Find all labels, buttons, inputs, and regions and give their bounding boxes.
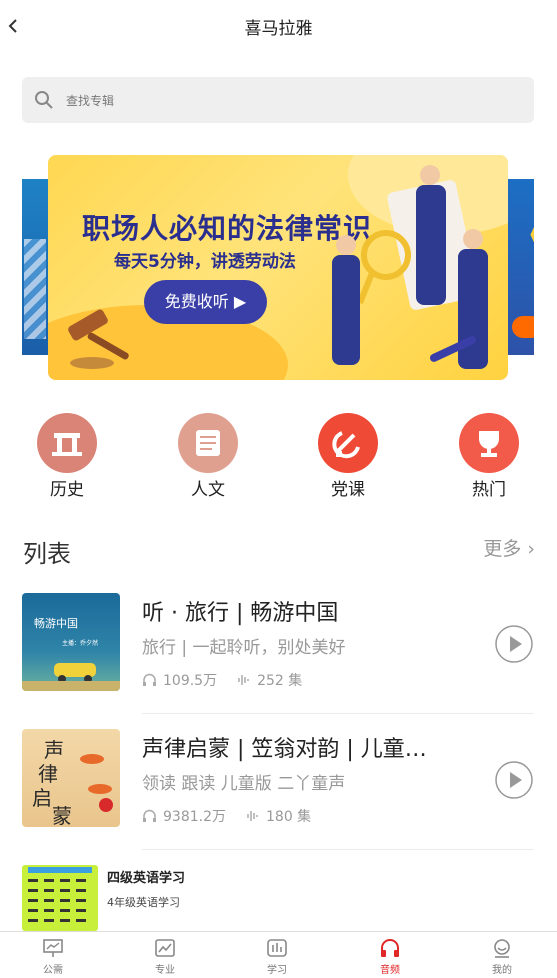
episode-count: 180 集 [266, 809, 312, 825]
item-subtitle: 4年级英语学习 [107, 896, 180, 909]
tab-public[interactable]: 公需 [23, 938, 83, 976]
item-title: 声律启蒙 | 笠翁对韵 | 儿童… [142, 737, 427, 762]
svg-text:蒙: 蒙 [52, 804, 72, 827]
search-icon [35, 91, 53, 109]
search-bar[interactable]: 查找专辑 [22, 77, 534, 123]
banner-subline: 每天5分钟，讲透劳动法 [114, 252, 296, 272]
divider [142, 849, 534, 850]
cover-title: 畅游中国 [34, 616, 78, 630]
tab-label: 公需 [43, 965, 63, 976]
bottom-tab-bar: 公需 专业 学习 音频 我的 [0, 931, 557, 978]
list-item[interactable]: 声 律 启 蒙 声律启蒙 | 笠翁对韵 | 儿童… 领读 跟读 儿童版 二丫童声… [22, 729, 534, 839]
tab-label: 我的 [492, 965, 512, 976]
category-history[interactable]: 历史 [32, 413, 102, 500]
svg-text:声: 声 [44, 738, 64, 762]
play-button-icon[interactable] [494, 624, 534, 664]
divider [142, 713, 534, 714]
top-bar: 喜马拉雅 [0, 0, 557, 52]
trophy-icon [459, 413, 519, 473]
tab-mine[interactable]: 我的 [472, 938, 532, 976]
presentation-icon [43, 939, 63, 957]
category-label: 历史 [50, 480, 84, 500]
item-subtitle: 旅行 | 一起聆听，别处美好 [142, 638, 346, 658]
history-icon [37, 413, 97, 473]
lawyers-illustration [332, 165, 488, 369]
category-party-lesson[interactable]: 党课 [313, 413, 383, 500]
study-icon [267, 939, 287, 957]
headphones-icon [381, 939, 399, 957]
cover-host: 主播：乔夕然 [62, 639, 98, 647]
soundwave-icon [238, 675, 249, 685]
tab-label: 学习 [267, 965, 287, 976]
headphones-icon [143, 809, 156, 822]
tab-audio[interactable]: 音频 [360, 938, 420, 976]
free-listen-button[interactable]: 免费收听 ▶ [144, 280, 267, 324]
page-title: 喜马拉雅 [244, 19, 313, 39]
item-title: 听 · 旅行 | 畅游中国 [142, 601, 339, 626]
party-emblem-icon [318, 413, 378, 473]
more-link[interactable]: 更多 › [483, 534, 535, 561]
category-label: 人文 [191, 480, 225, 500]
chart-icon [155, 939, 175, 957]
play-count: 109.5万 [163, 673, 218, 689]
item-subtitle: 领读 跟读 儿童版 二丫童声 [142, 774, 346, 794]
category-label: 党课 [331, 480, 365, 500]
category-label: 热门 [472, 480, 506, 500]
list-item[interactable]: 畅游中国 主播：乔夕然 听 · 旅行 | 畅游中国 旅行 | 一起聆听，别处美好… [22, 593, 534, 703]
soundwave-icon [247, 811, 258, 821]
svg-text:律: 律 [38, 762, 58, 786]
headphones-icon [143, 673, 156, 686]
album-cover [22, 865, 98, 931]
play-count: 9381.2万 [163, 809, 226, 825]
list-section-title: 列表 [23, 540, 71, 568]
carousel-next-slide[interactable]: 《 [508, 179, 534, 355]
profile-icon [494, 939, 510, 958]
tab-study[interactable]: 学习 [247, 938, 307, 976]
humanities-icon [178, 413, 238, 473]
list-item[interactable]: 四级英语学习 4年级英语学习 [22, 865, 534, 931]
category-hot[interactable]: 热门 [454, 413, 524, 500]
svg-text:启: 启 [32, 786, 52, 810]
tab-label: 音频 [380, 965, 400, 976]
gavel-illustration [68, 309, 129, 369]
chevron-right-icon: › [527, 538, 535, 560]
promo-banner[interactable]: 职场人必知的法律常识 每天5分钟，讲透劳动法 免费收听 ▶ [48, 155, 508, 380]
item-title: 四级英语学习 [107, 871, 186, 886]
play-button-icon[interactable] [494, 760, 534, 800]
tab-professional[interactable]: 专业 [135, 938, 195, 976]
album-cover: 声 律 启 蒙 [22, 729, 120, 827]
album-cover: 畅游中国 主播：乔夕然 [22, 593, 120, 691]
carousel-prev-slide[interactable] [22, 179, 48, 355]
tab-label: 专业 [155, 965, 175, 976]
category-humanities[interactable]: 人文 [173, 413, 243, 500]
search-placeholder: 查找专辑 [66, 94, 115, 108]
episode-count: 252 集 [257, 673, 303, 689]
